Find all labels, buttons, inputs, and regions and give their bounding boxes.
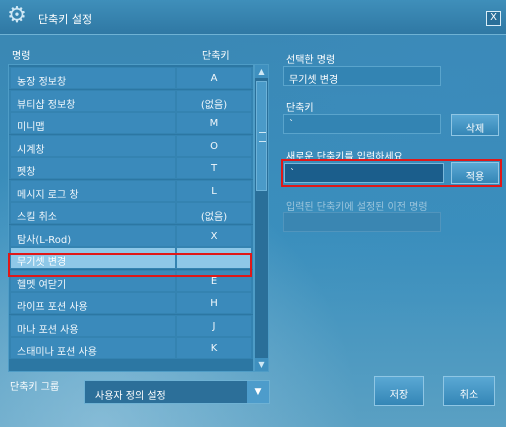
command-name: 탐사(L-Rod): [11, 225, 175, 246]
list-item[interactable]: 무기셋 변경 `: [9, 247, 253, 269]
shortcut-key: O: [177, 135, 251, 156]
current-shortcut-label: 단축키: [286, 103, 314, 114]
list-item[interactable]: 탐사(L-Rod) X: [9, 224, 253, 247]
command-name: 무기셋 변경: [11, 248, 175, 268]
list-item[interactable]: 펫창 T: [9, 157, 253, 179]
column-header-command: 명령: [12, 51, 31, 62]
dialog-title-bar: ⚙ 단축키 설정 X: [0, 0, 506, 35]
selected-command-label: 선택한 명령: [286, 55, 336, 66]
shortcut-key: (없음): [177, 203, 251, 223]
scroll-thumb[interactable]: [256, 81, 267, 191]
close-button[interactable]: X: [486, 11, 501, 26]
list-item[interactable]: 메시지 로그 창L: [9, 179, 253, 202]
shortcut-group-select[interactable]: 사용자 정의 설정 ▼: [84, 380, 270, 404]
command-name: 뷰티샵 정보창: [11, 90, 175, 111]
command-name: 스태미나 포션 사용: [11, 338, 175, 358]
grip-icon: [259, 132, 266, 142]
scroll-down-arrow-icon[interactable]: ▼: [255, 358, 268, 371]
apply-button[interactable]: 적용: [451, 162, 499, 184]
shortcut-group-label: 단축키 그룹: [10, 382, 60, 393]
list-item[interactable]: 농장 정보창 A: [9, 67, 253, 89]
command-name: 헬멧 여닫기: [11, 270, 175, 291]
shortcut-key: J: [177, 315, 251, 336]
shortcut-key: H: [177, 293, 251, 313]
list-item[interactable]: 스킬 취소 (없음): [9, 202, 253, 224]
list-item[interactable]: 라이프 포션 사용 H: [9, 292, 253, 314]
command-name: 시계창: [11, 135, 175, 156]
list-item[interactable]: 마나 포션 사용 J: [9, 314, 253, 337]
shortcut-key: K: [177, 338, 251, 358]
current-shortcut-field: `: [283, 114, 441, 134]
command-name: 마나 포션 사용: [11, 315, 175, 336]
shortcut-key: M: [177, 113, 251, 133]
previous-command-label: 입력된 단축키에 설정된 이전 명령: [286, 202, 428, 213]
new-shortcut-label: 새로운 단축키를 입력하세요: [286, 152, 403, 163]
gear-icon: ⚙: [7, 3, 27, 28]
command-name: 펫창: [11, 158, 175, 178]
shortcut-key: L: [177, 180, 251, 201]
shortcut-key: (없음): [177, 90, 251, 111]
shortcut-key: `: [177, 248, 251, 268]
list-item[interactable]: 뷰티샵 정보창 (없음): [9, 89, 253, 112]
shortcut-key: X: [177, 225, 251, 246]
new-shortcut-input[interactable]: `: [284, 163, 444, 183]
shortcut-group-value: 사용자 정의 설정: [95, 391, 166, 402]
dialog-title: 단축키 설정: [38, 13, 93, 26]
shortcut-key: A: [177, 68, 251, 88]
command-name: 라이프 포션 사용: [11, 293, 175, 313]
cancel-button[interactable]: 취소: [443, 376, 495, 406]
delete-button[interactable]: 삭제: [451, 114, 499, 136]
selected-command-field: 무기셋 변경: [283, 66, 441, 86]
list-item[interactable]: 스태미나 포션 사용 K: [9, 337, 253, 359]
previous-command-field: [283, 212, 441, 232]
shortcut-list: 농장 정보창 A 뷰티샵 정보창 (없음) 미니맵 M 시계창 O 펫창 T 메시지 로그 창 L 스킬…: [8, 64, 254, 372]
command-name: 미니맵: [11, 113, 175, 133]
column-header-shortcut: 단축키: [202, 51, 230, 62]
save-button[interactable]: 저장: [374, 376, 424, 406]
list-item[interactable]: 시계창 O: [9, 134, 253, 157]
command-name: 스킬 취소: [11, 203, 175, 223]
command-name: 메시지 로그 창: [11, 180, 175, 201]
shortcut-key: E: [177, 270, 251, 291]
list-item[interactable]: 헬멧 여닫기 E: [9, 269, 253, 292]
shortcut-key: T: [177, 158, 251, 178]
command-name: 농장 정보창: [11, 68, 175, 88]
list-item[interactable]: 미니맵 M: [9, 112, 253, 134]
list-scrollbar[interactable]: ▲ ▼: [254, 64, 269, 372]
chevron-down-icon[interactable]: ▼: [247, 381, 269, 403]
scroll-up-arrow-icon[interactable]: ▲: [255, 65, 268, 78]
